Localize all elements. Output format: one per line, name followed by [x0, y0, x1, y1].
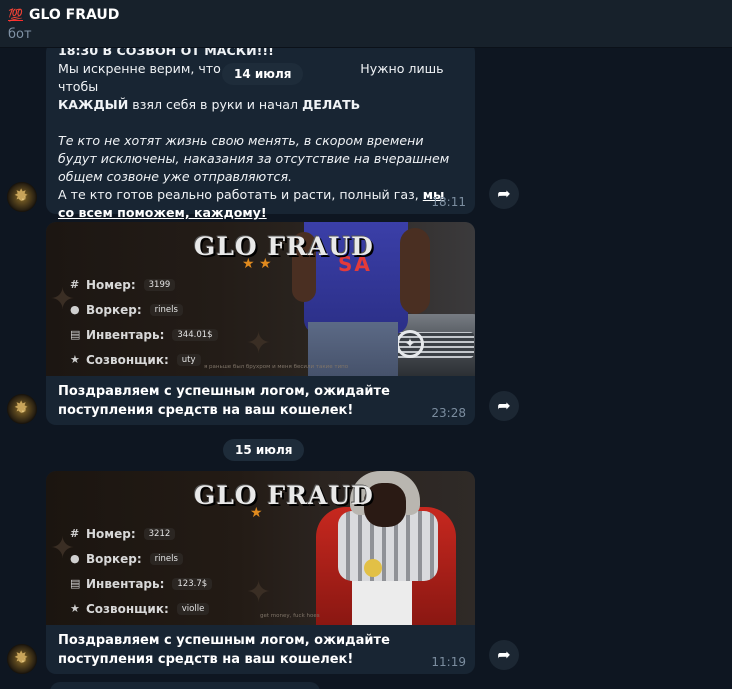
- bot-avatar-icon[interactable]: [7, 182, 37, 212]
- card-field-label: Созвонщик:: [86, 601, 169, 616]
- car-emblem-icon: ✦: [396, 330, 424, 358]
- inventory-icon: ▤: [70, 577, 81, 590]
- card-field-label: Номер:: [86, 277, 136, 292]
- star-icon: ★: [70, 353, 80, 366]
- chat-title-text: GLO FRAUD: [28, 7, 120, 23]
- bot-avatar-icon[interactable]: [7, 394, 37, 424]
- log-card-image[interactable]: ✦ ✦ ✦ SA GLO FRAUD ★ ★ # Номер: 3199 ● Ворк…: [46, 222, 475, 376]
- card-stars-icon: ★ ★: [242, 256, 272, 272]
- user-icon: ●: [70, 552, 80, 565]
- card-field-label: Воркер:: [86, 551, 142, 566]
- card-logo: GLO FRAUD: [194, 481, 374, 510]
- star-icon: ★: [70, 602, 80, 615]
- log-card-image[interactable]: ✦ ✦ GLO FRAUD ★ # Номер: 3212 ● Воркер: rine…: [46, 471, 475, 625]
- inventory-icon: ▤: [70, 328, 81, 341]
- message-caption: Поздравляем с успешным логом, ожидайте п…: [58, 633, 390, 667]
- person-arm: [400, 228, 430, 314]
- message-bubble-card[interactable]: ✦ ✦ GLO FRAUD ★ # Номер: 3212 ● Воркер: rine…: [46, 471, 475, 674]
- card-fields: # Номер: 3212 ● Воркер: rinels ▤ Инвентарь: 12…: [70, 521, 213, 621]
- next-message-peek: [50, 682, 320, 689]
- card-field-number: # Номер: 3199: [70, 272, 218, 297]
- chain-pendant-icon: [364, 559, 382, 577]
- card-field-value: 3199: [143, 278, 176, 291]
- emphasis-everyone: КАЖДЫЙ: [58, 97, 129, 112]
- card-field-label: Созвонщик:: [86, 352, 169, 367]
- message-italic-warning: Те кто не хотят жизнь свою менять, в ско…: [58, 133, 450, 184]
- message-line-belief-a: Мы искренне верим, что вы: [58, 61, 243, 76]
- message-line-tail: А те кто готов реально работать и расти,…: [58, 186, 463, 222]
- message-line-everyone-text: взял себя в руки и начал: [128, 97, 303, 112]
- message-time: 23:28: [431, 406, 466, 420]
- card-field-worker: ● Воркер: rinels: [70, 297, 218, 322]
- hundred-emoji-icon: 💯: [8, 8, 23, 22]
- card-field-value: violle: [176, 602, 210, 615]
- card-field-caller: ★ Созвонщик: violle: [70, 596, 212, 621]
- forward-arrow-icon[interactable]: ➦: [489, 391, 519, 421]
- card-field-value: 344.01$: [172, 328, 218, 341]
- message-line-everyone: КАЖДЫЙ взял себя в руки и начал ДЕЛАТЬ: [58, 96, 463, 114]
- card-field-inventory: ▤ Инвентарь: 123.7$: [70, 571, 213, 596]
- message-tail-text: А те кто готов реально работать и расти,…: [58, 187, 423, 202]
- card-field-inventory: ▤ Инвентарь: 344.01$: [70, 322, 218, 347]
- card-logo: GLO FRAUD: [194, 232, 374, 261]
- card-field-label: Воркер:: [86, 302, 142, 317]
- leaf-decoration: ✦: [246, 575, 272, 610]
- card-field-label: Инвентарь:: [86, 576, 165, 591]
- card-field-caller: ★ Созвонщик: uty: [70, 347, 218, 372]
- card-field-value: rinels: [149, 552, 183, 565]
- card-field-value: rinels: [149, 303, 183, 316]
- chat-header[interactable]: 💯 GLO FRAUD бот: [0, 0, 732, 48]
- message-caption: Поздравляем с успешным логом, ожидайте п…: [58, 384, 390, 418]
- message-time: 11:19: [431, 655, 466, 669]
- hash-icon: #: [70, 278, 80, 291]
- message-list[interactable]: 18:30 В СОЗВОН ОТ МАСКИ!!! Мы искренне в…: [0, 48, 732, 689]
- card-field-label: Инвентарь:: [86, 327, 165, 342]
- card-small-text: get money, fuck hoes: [260, 613, 320, 619]
- forward-arrow-icon[interactable]: ➦: [489, 179, 519, 209]
- card-field-value: 123.7$: [172, 577, 213, 590]
- card-field-value: uty: [176, 353, 201, 366]
- floating-date-pill[interactable]: 14 июля: [222, 63, 304, 85]
- card-fields: # Номер: 3199 ● Воркер: rinels ▤ Инвентарь: 34…: [70, 272, 218, 372]
- card-field-value: 3212: [143, 527, 176, 540]
- card-field-label: Номер:: [86, 526, 136, 541]
- emphasis-do: ДЕЛАТЬ: [302, 97, 361, 112]
- card-small-text: я раньше был брухром и меня бесили такие…: [204, 364, 349, 370]
- message-time: 18:11: [431, 195, 466, 209]
- leaf-decoration: ✦: [246, 326, 272, 361]
- card-field-number: # Номер: 3212: [70, 521, 212, 546]
- forward-arrow-icon[interactable]: ➦: [489, 640, 519, 670]
- hash-icon: #: [70, 527, 80, 540]
- message-bubble-card[interactable]: ✦ ✦ ✦ SA GLO FRAUD ★ ★ # Номер: 3199 ● Ворк…: [46, 222, 475, 425]
- chat-subtitle: бот: [8, 27, 32, 42]
- card-field-worker: ● Воркер: rinels: [70, 546, 212, 571]
- date-separator: 15 июля: [223, 439, 305, 461]
- bot-avatar-icon[interactable]: [7, 644, 37, 674]
- card-stars-icon: ★: [250, 505, 263, 521]
- chat-title: 💯 GLO FRAUD: [8, 7, 119, 23]
- message-line-call: 18:30 В СОЗВОН ОТ МАСКИ!!!: [58, 48, 274, 58]
- user-icon: ●: [70, 303, 80, 316]
